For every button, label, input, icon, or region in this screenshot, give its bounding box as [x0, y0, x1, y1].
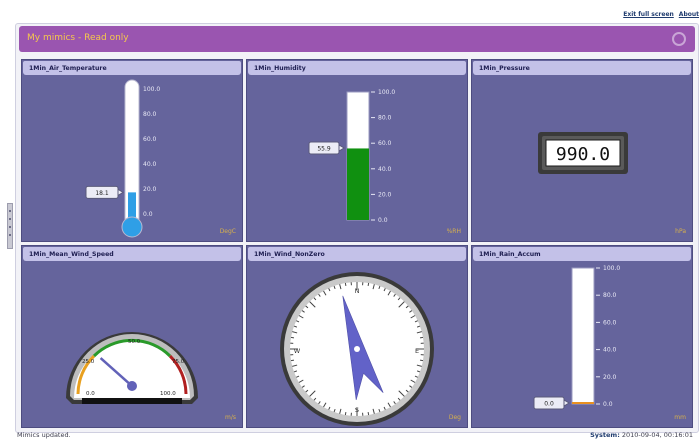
dial-label: 75.0: [172, 359, 185, 365]
compass-hub: [354, 346, 360, 352]
tick-label: 80.0: [143, 111, 157, 118]
tick-label: 60.0: [143, 136, 157, 143]
value-label: 18.1: [95, 190, 109, 197]
tick-label: 100.0: [378, 89, 395, 96]
compass-north: N: [355, 287, 360, 295]
value-flag: 0.0: [533, 396, 570, 410]
unit-label: DegC: [219, 228, 236, 235]
thermometer-gauge: 100.0 80.0 60.0 40.0 20.0 0.0 18.1: [85, 79, 160, 238]
unit-label: Deg: [448, 414, 461, 421]
dial-hub: [127, 381, 137, 391]
tick-label: 40.0: [378, 166, 392, 173]
system-time: System: 2010-09-04, 00:16:01: [590, 431, 693, 439]
tick-label: 80.0: [603, 292, 617, 299]
panel-pressure[interactable]: 1Min_Pressure 990.0 hPa: [471, 59, 693, 242]
side-panel-handle[interactable]: [7, 203, 13, 249]
dial-gauge: 0.0 25.0 50.0 75.0 100.0: [66, 332, 198, 404]
panel-air-temperature[interactable]: 1Min_Air_Temperature 100.0 80.0 60.0 40.…: [21, 59, 243, 242]
unit-label: hPa: [675, 228, 686, 235]
panel-mean-wind-speed[interactable]: 1Min_Mean_Wind_Speed 0.0 25.0 50.0 75.0 …: [21, 245, 243, 428]
compass-tick: [367, 282, 370, 287]
about-link[interactable]: About: [679, 11, 699, 18]
thermometer-bulb: [121, 216, 143, 238]
value-flag: 18.1: [85, 185, 124, 199]
rain-level-marker: [572, 402, 594, 404]
dial-label: 25.0: [82, 359, 95, 365]
value-label: 0.0: [544, 401, 554, 408]
mimics-window: My mimics - Read only 1Min_Air_Temperatu…: [15, 23, 699, 433]
compass-tick: [344, 282, 347, 287]
dial-label: 100.0: [160, 391, 176, 397]
tick-label: 20.0: [143, 186, 157, 193]
digital-display: 990.0: [538, 132, 628, 174]
tick-label: 40.0: [143, 161, 157, 168]
window-title-bar: My mimics - Read only: [19, 26, 695, 52]
window-title: My mimics - Read only: [27, 33, 129, 43]
tick-label: 80.0: [378, 115, 392, 122]
tick-label: 100.0: [603, 265, 620, 272]
mimic-grid: 1Min_Air_Temperature 100.0 80.0 60.0 40.…: [21, 59, 697, 429]
compass-tick: [419, 336, 424, 339]
tick-label: 60.0: [603, 319, 617, 326]
exit-full-screen-link[interactable]: Exit full screen: [623, 11, 674, 18]
panel-humidity[interactable]: 1Min_Humidity 100.0 80.0 60.0 40.0 20.0 …: [246, 59, 468, 242]
dial-label: 50.0: [128, 339, 141, 345]
unit-label: mm: [674, 414, 686, 421]
top-links: Exit full screen About: [618, 11, 699, 18]
unit-label: m/s: [225, 414, 236, 421]
tick-label: 0.0: [143, 211, 153, 218]
dial-label: 0.0: [86, 391, 95, 397]
value-flag: 55.9: [308, 141, 345, 155]
compass-tick: [344, 411, 347, 416]
refresh-icon[interactable]: [672, 32, 686, 46]
compass-tick: [290, 359, 295, 362]
tick-label: 20.0: [378, 191, 392, 198]
tick-label: 20.0: [603, 374, 617, 381]
tick-label: 40.0: [603, 347, 617, 354]
tick-label: 60.0: [378, 140, 392, 147]
panel-rain-accum[interactable]: 1Min_Rain_Accum 100.0 80.0 60.0 40.0 20.…: [471, 245, 693, 428]
thermometer-ticks: 100.0 80.0 60.0 40.0 20.0 0.0: [143, 86, 160, 218]
compass-south: S: [355, 406, 359, 414]
compass-tick: [419, 359, 424, 362]
value-label: 55.9: [317, 146, 331, 153]
tick-label: 0.0: [603, 401, 613, 408]
panel-wind-nonzero[interactable]: 1Min_Wind_NonZero N E S W Deg: [246, 245, 468, 428]
tick-label: 0.0: [378, 217, 388, 224]
unit-label: %RH: [446, 228, 461, 235]
system-time-value: 2010-09-04, 00:16:01: [621, 431, 693, 439]
compass-tick: [290, 336, 295, 339]
compass-east: E: [415, 347, 419, 355]
bar-gauge: 100.0 80.0 60.0 40.0 20.0 0.0 0.0: [533, 265, 620, 410]
compass-gauge: N E S W: [280, 272, 434, 426]
status-bar: Mimics updated. System: 2010-09-04, 00:1…: [0, 428, 699, 441]
bar-gauge: 100.0 80.0 60.0 40.0 20.0 0.0 55.9: [308, 89, 395, 224]
pressure-value: 990.0: [556, 144, 610, 165]
humidity-fill: [347, 148, 369, 220]
tick-label: 100.0: [143, 86, 160, 93]
compass-west: W: [294, 347, 301, 355]
status-message: Mimics updated.: [17, 431, 71, 439]
compass-tick: [367, 411, 370, 416]
system-label: System:: [590, 431, 620, 439]
